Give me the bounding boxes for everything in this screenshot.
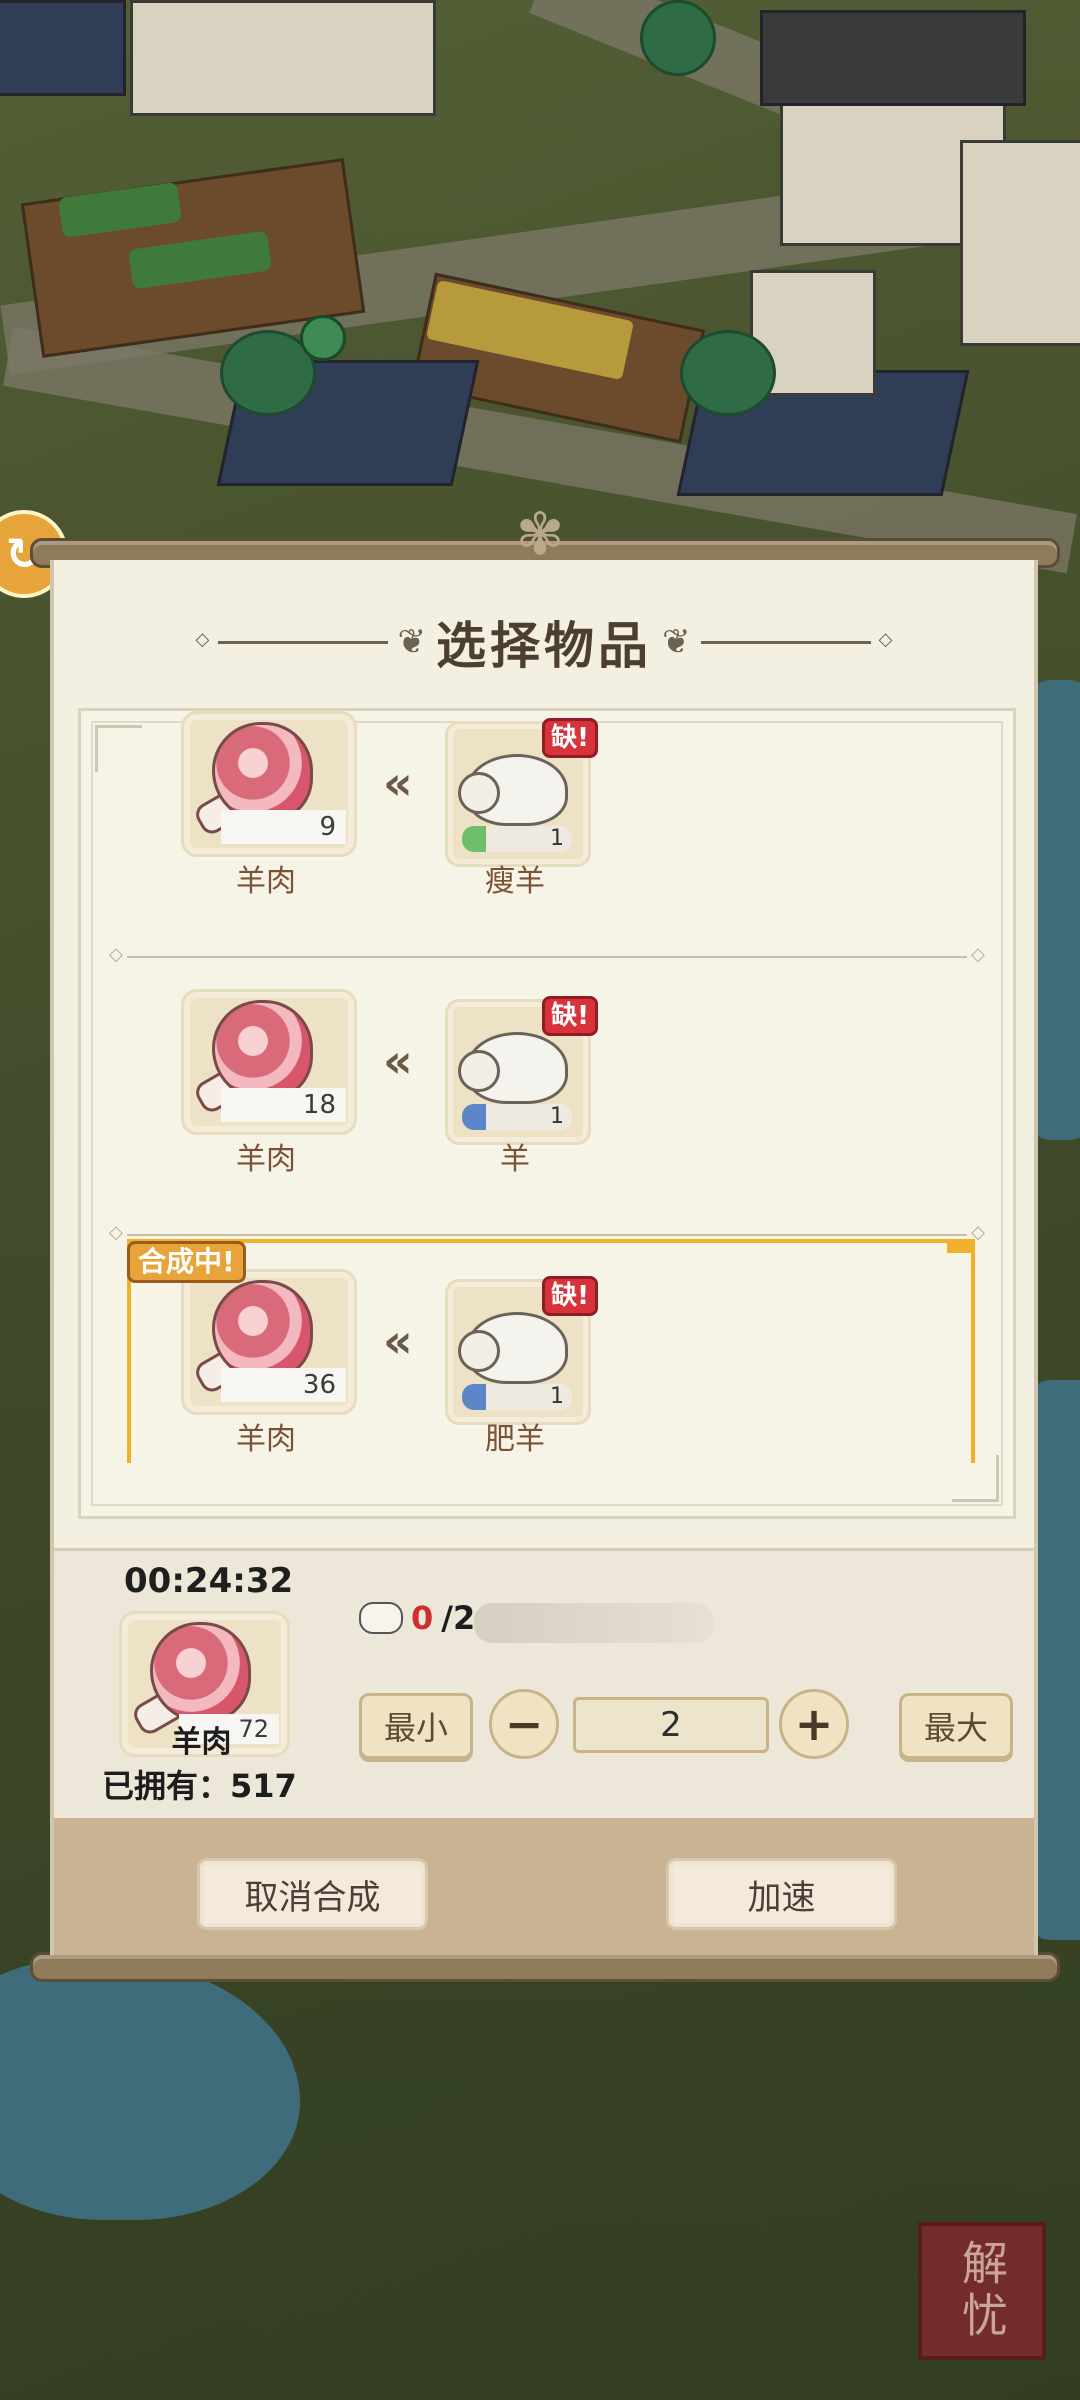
- ingredient-progress-fill: [462, 1104, 486, 1130]
- output-item-label: 羊肉: [236, 1142, 296, 1177]
- title-ornament-left-icon: ❦: [397, 622, 427, 662]
- owned-label: 已拥有：: [102, 1767, 231, 1805]
- ingredient-progress: 1: [462, 826, 572, 852]
- ingredient-progress: 1: [462, 1104, 572, 1130]
- ingredient-count: 1: [550, 826, 564, 851]
- building[interactable]: [960, 140, 1080, 346]
- lack-badge: 缺!: [542, 718, 598, 758]
- output-item-card[interactable]: 9: [181, 711, 357, 857]
- arrow-left-icon: «: [383, 756, 413, 810]
- ingredient-card[interactable]: 1 缺!: [445, 996, 598, 1145]
- craft-detail-section: 00:24:32 72 羊肉 已拥有：517 0/2 最小 − 2 + 最大: [54, 1548, 1034, 1821]
- minus-icon[interactable]: −: [489, 1689, 559, 1759]
- sheep-head: [458, 772, 500, 814]
- lack-badge: 缺!: [542, 1276, 598, 1316]
- crafting-status-tag: 合成中!: [127, 1241, 246, 1283]
- panel-footer: 取消合成 加速: [54, 1818, 1034, 1955]
- requirement-have: 0: [411, 1599, 434, 1637]
- ingredient-label: 羊: [500, 1142, 530, 1177]
- output-item-label: 羊肉: [236, 1422, 296, 1457]
- title-ornament-right-icon: ❦: [662, 622, 691, 662]
- scroll-bottom-rod: [30, 1952, 1060, 1982]
- row-separator: [109, 1222, 985, 1243]
- recipe-row[interactable]: 18 羊肉 « 1 缺! 羊: [131, 959, 971, 1177]
- sheep-head: [458, 1050, 500, 1092]
- building-roof: [0, 0, 126, 96]
- mutton-icon: [212, 1280, 313, 1381]
- pond: [0, 1960, 300, 2220]
- output-count: 9: [221, 810, 346, 844]
- ingredient-count: 1: [550, 1104, 564, 1129]
- requirement-status: 0/2: [359, 1599, 475, 1637]
- seal-stamp[interactable]: 解忧: [918, 2222, 1046, 2360]
- min-button[interactable]: 最小: [359, 1693, 473, 1759]
- row-separator: [109, 944, 985, 965]
- recipe-row-active[interactable]: 36 羊肉 « 1 缺! 肥羊: [131, 1239, 971, 1457]
- sheep-small-icon: [359, 1602, 403, 1634]
- ingredient-count: 1: [550, 1384, 564, 1409]
- ingredient-label: 瘦羊: [485, 864, 545, 899]
- tree: [640, 0, 716, 76]
- upgrade-arrow-icon[interactable]: [300, 315, 346, 361]
- output-item-label: 羊肉: [236, 864, 296, 899]
- building-roof: [760, 10, 1026, 106]
- plus-icon[interactable]: +: [779, 1689, 849, 1759]
- quantity-input[interactable]: 2: [573, 1697, 769, 1753]
- output-count: 36: [221, 1368, 346, 1402]
- ingredient-label: 肥羊: [485, 1422, 545, 1457]
- quantity-selector: 最小 − 2 + 最大: [359, 1689, 1013, 1759]
- mutton-icon: [150, 1622, 251, 1723]
- output-count: 18: [221, 1088, 346, 1122]
- cancel-craft-button[interactable]: 取消合成: [197, 1858, 428, 1930]
- tree: [680, 330, 776, 416]
- ingredient-card[interactable]: 1 缺!: [445, 1276, 598, 1425]
- recipe-row[interactable]: 9 羊肉 « 1 缺! 瘦羊: [131, 711, 971, 899]
- ingredient-card[interactable]: 1 缺!: [445, 718, 598, 867]
- owned-count: 已拥有：517: [102, 1761, 297, 1807]
- panel-header: ❦ 选择物品 ❦: [54, 602, 1034, 682]
- lack-badge: 缺!: [542, 996, 598, 1036]
- arrow-left-icon: «: [383, 1314, 413, 1368]
- sheep-head: [458, 1330, 500, 1372]
- requirement-total: /2: [441, 1599, 476, 1637]
- selected-item-name: 羊肉: [171, 1725, 232, 1760]
- max-button[interactable]: 最大: [899, 1693, 1013, 1759]
- speed-up-button[interactable]: 加速: [666, 1858, 897, 1930]
- select-item-panel: ❦ 选择物品 ❦ 9 羊肉 « 1 缺! 瘦: [50, 560, 1038, 1955]
- mutton-icon: [212, 722, 313, 823]
- panel-title: 选择物品: [436, 616, 652, 675]
- output-item-card[interactable]: 36: [181, 1269, 357, 1415]
- title-divider-right: [700, 629, 892, 650]
- ingredient-progress-fill: [462, 1384, 486, 1410]
- ingredient-progress: 1: [462, 1384, 572, 1410]
- arrow-left-icon: «: [383, 1034, 413, 1088]
- requirement-progress-bar: [474, 1603, 714, 1643]
- ingredient-progress-fill: [462, 826, 486, 852]
- scroll-knot-icon: ✾: [515, 500, 565, 568]
- seal-text: 解忧: [955, 2239, 1009, 2343]
- owned-value: 517: [230, 1767, 297, 1805]
- output-item-card[interactable]: 18: [181, 989, 357, 1135]
- mutton-icon: [212, 1000, 313, 1101]
- craft-timer: 00:24:32: [124, 1561, 294, 1601]
- building[interactable]: [130, 0, 436, 116]
- recipe-list[interactable]: 9 羊肉 « 1 缺! 瘦羊 18 羊肉 «: [78, 708, 1016, 1519]
- title-divider-left: [196, 629, 388, 650]
